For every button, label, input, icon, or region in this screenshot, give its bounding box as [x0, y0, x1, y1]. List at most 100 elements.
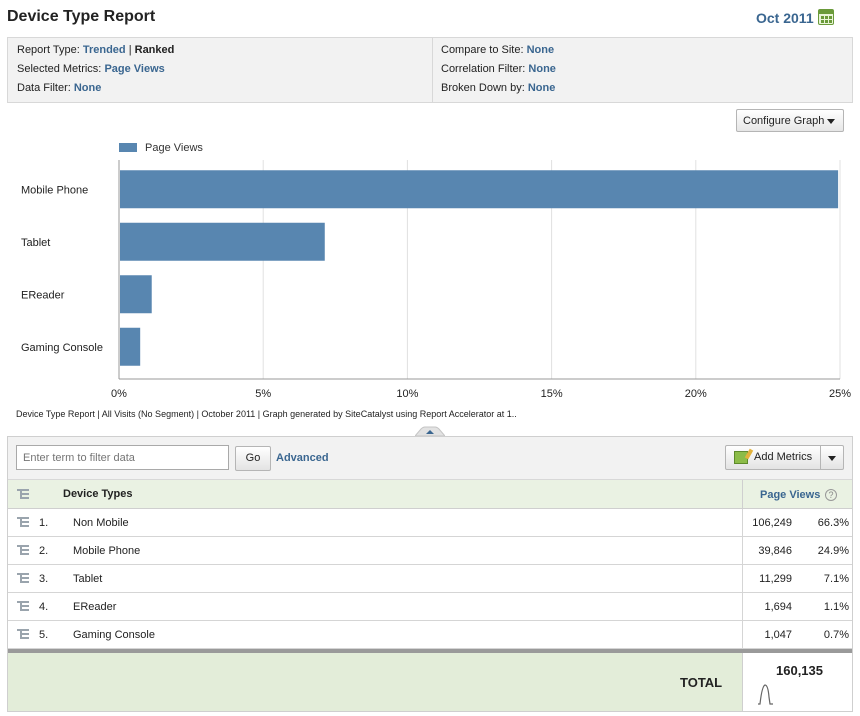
- go-button[interactable]: Go: [235, 446, 271, 471]
- row-page-views-percent: 24.9%: [817, 545, 849, 557]
- table-toolbar: Go Advanced Add Metrics: [8, 437, 852, 480]
- column-divider: [742, 565, 743, 592]
- correlation-filter-link[interactable]: None: [528, 63, 556, 75]
- data-filter-link[interactable]: None: [74, 82, 102, 94]
- chevron-down-icon: [827, 119, 835, 124]
- selected-metrics-link[interactable]: Page Views: [104, 63, 164, 75]
- row-rank: 4.: [39, 601, 49, 613]
- row-device-name: Mobile Phone: [73, 545, 141, 557]
- x-tick-label: 25%: [829, 388, 851, 400]
- breakdown-tree-icon[interactable]: [17, 545, 30, 556]
- row-rank: 3.: [39, 573, 49, 585]
- row-page-views: 11,299: [759, 573, 792, 585]
- category-label: Mobile Phone: [21, 184, 88, 196]
- category-label: Gaming Console: [21, 342, 103, 354]
- breakdown-tree-icon[interactable]: [17, 573, 30, 584]
- total-value: 160,135: [776, 663, 823, 678]
- table-row[interactable]: 4. EReader 1,694 1.1%: [8, 593, 852, 621]
- add-metrics-label: Add Metrics: [754, 451, 813, 463]
- compare-site-row: Compare to Site: None: [441, 44, 554, 56]
- bar-tablet: [120, 222, 325, 261]
- table-row[interactable]: 5. Gaming Console 1,047 0.7%: [8, 621, 852, 649]
- broken-down-link[interactable]: None: [528, 82, 556, 94]
- report-type-ranked: Ranked: [134, 44, 175, 56]
- bar-mobile-phone: [120, 170, 839, 209]
- table-row[interactable]: 2. Mobile Phone 39,846 24.9%: [8, 537, 852, 565]
- column-header-page-views[interactable]: Page Views: [760, 489, 820, 501]
- column-divider: [742, 509, 743, 536]
- legend-label-page-views: Page Views: [145, 142, 203, 154]
- data-filter-label: Data Filter:: [17, 82, 71, 94]
- report-type-trended-link[interactable]: Trended: [83, 44, 126, 56]
- total-label: TOTAL: [680, 675, 723, 690]
- correlation-filter-label: Correlation Filter:: [441, 63, 526, 75]
- column-divider: [742, 593, 743, 620]
- report-type-label: Report Type:: [17, 44, 80, 56]
- x-tick-label: 0%: [111, 388, 127, 400]
- breakdown-tree-icon[interactable]: [17, 489, 30, 500]
- row-page-views-percent: 1.1%: [823, 601, 849, 613]
- x-tick-label: 15%: [541, 388, 563, 400]
- row-device-name: Gaming Console: [73, 629, 155, 641]
- table-header-row: Device Types Page Views ?: [8, 480, 852, 509]
- configure-graph-button[interactable]: Configure Graph: [736, 109, 844, 132]
- device-type-bar-chart: 0% 5% 10% 15% 20% 25% Mobile Phone Tablet EReade…: [21, 160, 851, 400]
- filter-data-input[interactable]: [16, 445, 229, 470]
- row-rank: 5.: [39, 629, 49, 641]
- row-device-name: EReader: [73, 601, 117, 613]
- calendar-icon[interactable]: [818, 9, 834, 25]
- row-page-views: 1,047: [764, 629, 792, 641]
- bar-ereader: [120, 275, 152, 314]
- row-device-name: Non Mobile: [73, 517, 129, 529]
- table-row[interactable]: 1. Non Mobile 106,249 66.3%: [8, 509, 852, 537]
- chevron-down-icon: [828, 456, 836, 461]
- broken-down-row: Broken Down by: None: [441, 82, 555, 94]
- add-metrics-button[interactable]: Add Metrics: [725, 445, 821, 470]
- row-page-views-percent: 0.7%: [823, 629, 849, 641]
- report-type-separator: |: [128, 44, 132, 56]
- add-metrics-dropdown-button[interactable]: [820, 445, 844, 470]
- compare-site-label: Compare to Site:: [441, 44, 524, 56]
- row-page-views: 1,694: [764, 601, 792, 613]
- category-label: EReader: [21, 289, 65, 301]
- breakdown-tree-icon[interactable]: [17, 629, 30, 640]
- page-title: Device Type Report: [7, 8, 156, 25]
- collapse-graph-toggle[interactable]: [415, 426, 445, 436]
- x-tick-label: 5%: [255, 388, 271, 400]
- x-tick-label: 20%: [685, 388, 707, 400]
- row-rank: 1.: [39, 517, 49, 529]
- table-row[interactable]: 3. Tablet 11,299 7.1%: [8, 565, 852, 593]
- compare-site-link[interactable]: None: [527, 44, 555, 56]
- broken-down-label: Broken Down by:: [441, 82, 525, 94]
- row-page-views-percent: 7.1%: [823, 573, 849, 585]
- total-row: TOTAL 160,135: [8, 653, 852, 711]
- configure-graph-label: Configure Graph: [743, 115, 825, 127]
- row-rank: 2.: [39, 545, 49, 557]
- x-tick-label: 10%: [396, 388, 418, 400]
- row-page-views: 39,846: [758, 545, 792, 557]
- column-divider: [742, 537, 743, 564]
- sparkline-icon[interactable]: [757, 683, 777, 705]
- column-header-device-types[interactable]: Device Types: [63, 488, 133, 500]
- help-icon[interactable]: ?: [825, 489, 837, 501]
- params-divider: [432, 38, 433, 102]
- breakdown-tree-icon[interactable]: [17, 517, 30, 528]
- row-device-name: Tablet: [73, 573, 103, 585]
- date-range-link[interactable]: Oct 2011: [756, 10, 814, 26]
- report-parameters-panel: Report Type: Trended | Ranked Selected M…: [7, 37, 853, 103]
- legend-swatch-page-views: [119, 143, 137, 152]
- selected-metrics-row: Selected Metrics: Page Views: [17, 63, 165, 75]
- chart-footnote: Device Type Report | All Visits (No Segm…: [16, 409, 517, 419]
- add-metrics-icon: [734, 451, 748, 464]
- row-page-views-percent: 66.3%: [817, 517, 849, 529]
- advanced-filter-link[interactable]: Advanced: [276, 452, 329, 464]
- report-type-row: Report Type: Trended | Ranked: [17, 44, 174, 56]
- column-divider: [742, 621, 743, 648]
- correlation-filter-row: Correlation Filter: None: [441, 63, 556, 75]
- row-page-views: 106,249: [752, 517, 792, 529]
- column-divider: [742, 480, 743, 508]
- report-table: Go Advanced Add Metrics Device Types Pag…: [7, 436, 853, 712]
- category-label: Tablet: [21, 237, 50, 249]
- breakdown-tree-icon[interactable]: [17, 601, 30, 612]
- bar-gaming-console: [120, 327, 141, 366]
